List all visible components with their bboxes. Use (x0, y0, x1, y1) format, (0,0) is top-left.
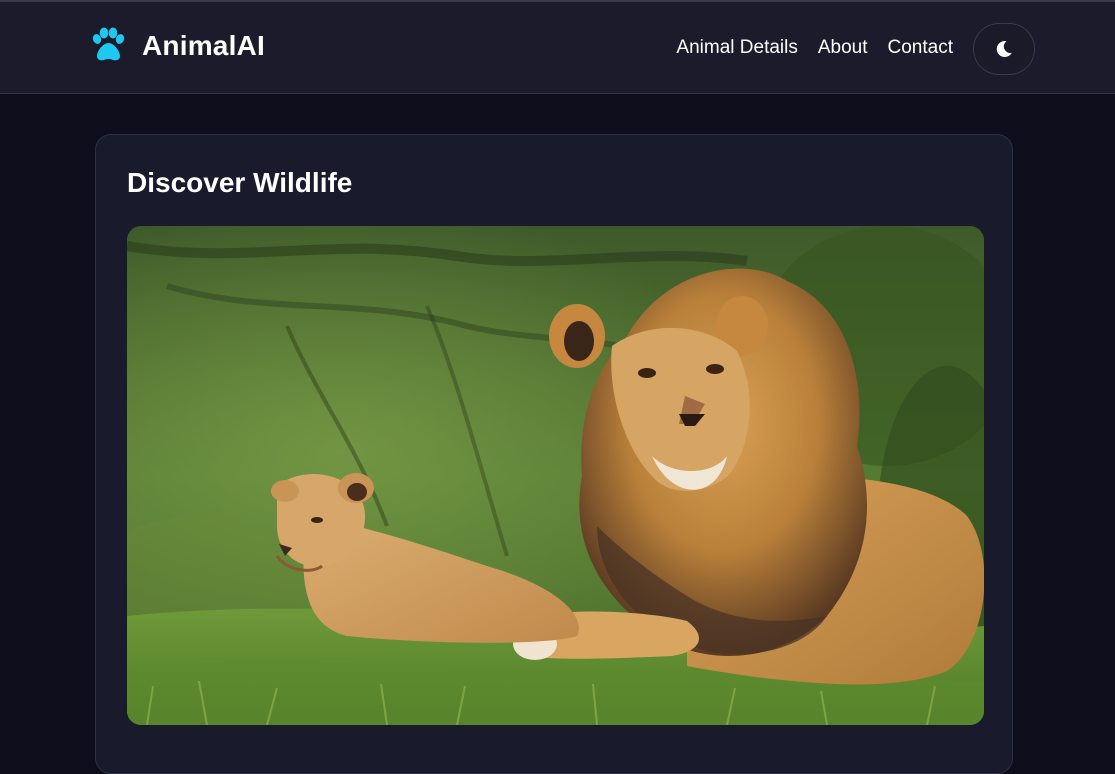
discover-card: Discover Wildlife (95, 134, 1013, 774)
main-nav: Animal Details About Contact (676, 37, 953, 59)
lion-and-cub-photo (127, 226, 984, 725)
top-navbar: AnimalAI Animal Details About Contact (0, 0, 1115, 94)
theme-toggle-button[interactable] (973, 23, 1035, 75)
nav-link-about[interactable]: About (818, 37, 868, 59)
nav-link-animal-details[interactable]: Animal Details (676, 37, 797, 59)
brand-name: AnimalAI (142, 30, 265, 61)
brand[interactable]: AnimalAI (88, 26, 265, 66)
page-title: Discover Wildlife (127, 167, 353, 198)
hero-image (127, 226, 984, 725)
nav-link-contact[interactable]: Contact (888, 37, 953, 59)
paw-icon (92, 27, 125, 61)
moon-icon (996, 41, 1012, 58)
